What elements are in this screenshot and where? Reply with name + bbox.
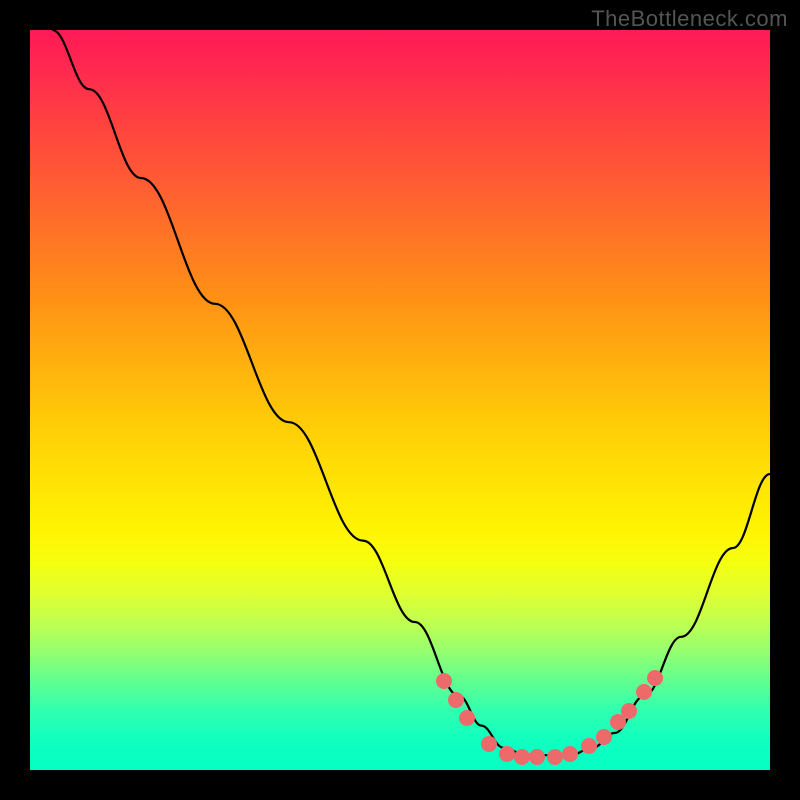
data-point [436,673,452,689]
watermark-text: TheBottleneck.com [591,6,788,32]
data-point [636,684,652,700]
data-point [459,710,475,726]
data-point [514,749,530,765]
data-point [621,703,637,719]
data-point [481,736,497,752]
data-point [499,746,515,762]
chart-dots-layer [30,30,770,770]
data-point [581,738,597,754]
chart-gradient-area [30,30,770,770]
data-point [596,729,612,745]
data-point [547,749,563,765]
data-point [448,692,464,708]
data-point [562,746,578,762]
data-point [529,749,545,765]
data-point [647,670,663,686]
